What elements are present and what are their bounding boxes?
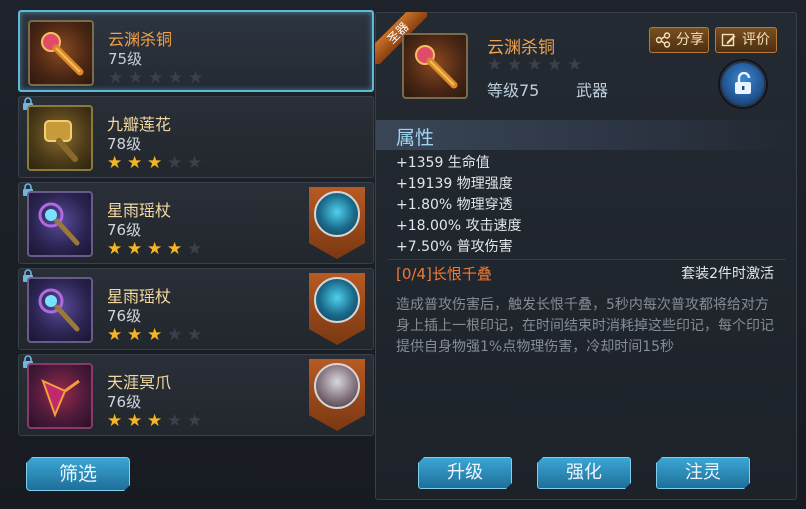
star-icon: ★ — [107, 239, 123, 259]
unlock-button[interactable] — [720, 61, 766, 107]
star-icon: ★ — [107, 153, 123, 173]
item-level: 等级75 — [487, 81, 540, 100]
hero-badge — [309, 359, 365, 431]
item-type: 武器 — [576, 81, 609, 100]
list-item[interactable]: 星雨瑶杖 76级 ★ ★ ★ ★ ★ — [18, 268, 374, 350]
star-rating: ★ ★ ★ ★ ★ — [107, 155, 204, 172]
hammer-icon — [27, 105, 93, 171]
rate-button[interactable]: 评价 — [715, 27, 777, 53]
equipment-list: 云渊杀铜 75级 ★ ★ ★ ★ ★ 九瓣莲花 78级 ★ ★ ★ ★ ★ 星雨瑶杖 — [12, 10, 374, 500]
share-button[interactable]: 分享 — [649, 27, 709, 53]
item-detail-panel: 圣器 云渊杀铜 ★ ★ ★ ★ ★ 等级75 武器 分享 评价 属性 +1359 生命值… — [375, 12, 797, 500]
set-bonus-name: [0/4]长恨千叠 — [396, 265, 492, 283]
list-item[interactable]: 云渊杀铜 75级 ★ ★ ★ ★ ★ — [18, 10, 374, 92]
section-title: 属性 — [396, 127, 435, 149]
list-item[interactable]: 天涯冥爪 76级 ★ ★ ★ ★ ★ — [18, 354, 374, 436]
hero-portrait-icon — [314, 363, 360, 409]
item-level: 76级 — [107, 393, 142, 411]
star-icon: ★ — [147, 239, 163, 259]
set-bonus-condition: 套装2件时激活 — [681, 266, 774, 282]
attributes-header: 属性 — [376, 120, 796, 150]
attribute-line: +1359 生命值 — [396, 155, 490, 171]
share-icon — [655, 32, 671, 48]
star-icon: ★ — [147, 411, 163, 431]
star-icon: ★ — [128, 68, 144, 88]
star-icon: ★ — [108, 68, 124, 88]
upgrade-button[interactable]: 升级 — [418, 457, 512, 489]
filter-button[interactable]: 筛选 — [26, 457, 130, 491]
set-bonus-description: 造成普攻伤害后，触发长恨千叠，5秒内每次普攻都将给对方身上插上一根印记，在时间结… — [396, 297, 774, 355]
staff-icon — [27, 277, 93, 343]
attribute-line: +18.00% 攻击速度 — [396, 218, 522, 234]
star-rating: ★ ★ ★ ★ ★ — [107, 241, 204, 258]
attribute-list: +1359 生命值 +19139 物理强度 +1.80% 物理穿透 +18.00… — [396, 153, 522, 258]
claw-icon — [27, 363, 93, 429]
star-icon: ★ — [147, 325, 163, 345]
star-icon: ★ — [187, 153, 203, 173]
scepter-icon — [28, 20, 94, 86]
attribute-line: +1.80% 物理穿透 — [396, 197, 513, 213]
star-icon: ★ — [167, 239, 183, 259]
star-icon: ★ — [148, 68, 164, 88]
enhance-button[interactable]: 强化 — [537, 457, 631, 489]
star-icon: ★ — [107, 325, 123, 345]
star-icon: ★ — [487, 55, 503, 75]
edit-icon — [721, 33, 736, 47]
item-level: 78级 — [107, 135, 142, 153]
star-icon: ★ — [107, 411, 123, 431]
list-item[interactable]: 星雨瑶杖 76级 ★ ★ ★ ★ ★ — [18, 182, 374, 264]
item-name: 云渊杀铜 — [108, 30, 173, 49]
item-name: 天涯冥爪 — [107, 373, 172, 392]
star-icon: ★ — [167, 153, 183, 173]
star-icon: ★ — [187, 239, 203, 259]
infuse-button[interactable]: 注灵 — [656, 457, 750, 489]
star-rating: ★ ★ ★ ★ ★ — [108, 70, 205, 87]
hero-badge — [309, 187, 365, 259]
scepter-icon — [402, 33, 468, 99]
star-icon: ★ — [167, 325, 183, 345]
star-icon: ★ — [547, 55, 563, 75]
item-level: 76级 — [107, 307, 142, 325]
star-icon: ★ — [127, 153, 143, 173]
star-icon: ★ — [127, 411, 143, 431]
star-icon: ★ — [167, 411, 183, 431]
hero-portrait-icon — [314, 277, 360, 323]
star-icon: ★ — [187, 325, 203, 345]
star-icon: ★ — [127, 239, 143, 259]
item-name: 星雨瑶杖 — [107, 201, 172, 220]
star-icon: ★ — [147, 153, 163, 173]
star-icon: ★ — [507, 55, 523, 75]
star-icon: ★ — [567, 55, 583, 75]
hero-portrait-icon — [314, 191, 360, 237]
divider — [388, 259, 786, 260]
star-icon: ★ — [527, 55, 543, 75]
hero-badge — [309, 273, 365, 345]
star-icon: ★ — [188, 68, 204, 88]
list-item[interactable]: 九瓣莲花 78级 ★ ★ ★ ★ ★ — [18, 96, 374, 178]
star-rating: ★ ★ ★ ★ ★ — [107, 413, 204, 430]
item-level: 76级 — [107, 221, 142, 239]
star-icon: ★ — [168, 68, 184, 88]
equipment-screen: 云渊杀铜 75级 ★ ★ ★ ★ ★ 九瓣莲花 78级 ★ ★ ★ ★ ★ 星雨瑶杖 — [0, 0, 806, 509]
star-rating: ★ ★ ★ ★ ★ — [487, 57, 584, 74]
star-rating: ★ ★ ★ ★ ★ — [107, 327, 204, 344]
attribute-line: +19139 物理强度 — [396, 176, 513, 192]
attribute-line: +7.50% 普攻伤害 — [396, 239, 513, 255]
staff-icon — [27, 191, 93, 257]
item-name: 星雨瑶杖 — [107, 287, 172, 306]
item-name: 九瓣莲花 — [107, 115, 172, 134]
unlock-icon — [735, 72, 751, 94]
star-icon: ★ — [187, 411, 203, 431]
star-icon: ★ — [127, 325, 143, 345]
item-level: 75级 — [108, 50, 143, 68]
